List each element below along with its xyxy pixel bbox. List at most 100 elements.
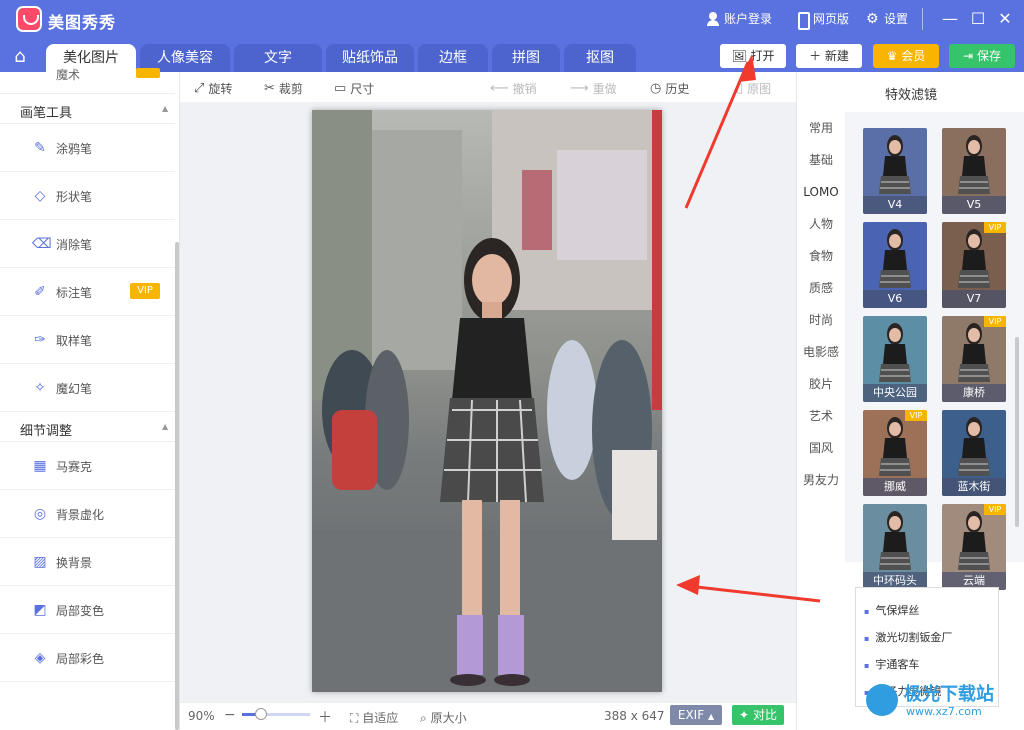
tool-magic-pen[interactable]: ✧ 魔幻笔 [0, 364, 175, 412]
tab-text[interactable]: 文字 [234, 44, 322, 72]
section-brush-tools[interactable]: 画笔工具 ▲ [0, 96, 175, 124]
filter-thumbnail[interactable]: V4 [863, 128, 927, 214]
filter-category[interactable]: 胶片 [797, 368, 845, 400]
tool-change-background[interactable]: ▨ 换背景 [0, 538, 175, 586]
filter-category[interactable]: 艺术 [797, 400, 845, 432]
save-button[interactable]: ⇥ 保存 [949, 44, 1015, 68]
home-icon[interactable]: ⌂ [0, 40, 40, 72]
vip-badge: VIP [984, 504, 1006, 515]
scissors-icon: ✂ [264, 81, 275, 96]
maximize-button[interactable]: ☐ [968, 9, 988, 29]
filter-category[interactable]: 电影感 [797, 336, 845, 368]
filter-category[interactable]: 食物 [797, 240, 845, 272]
redo-label: 重做 [592, 82, 617, 96]
zoom-slider-handle[interactable] [255, 708, 268, 720]
filter-thumbnail[interactable]: 中央公园 [863, 316, 927, 402]
original-button[interactable]: ▯ 原图 [736, 80, 771, 97]
minimize-button[interactable]: — [940, 9, 960, 29]
filter-name: 蓝木街 [942, 478, 1006, 496]
ad-link[interactable]: 激光切割钣金厂 [864, 629, 952, 645]
new-button[interactable]: ＋ 新建 [796, 44, 862, 68]
section-title: 画笔工具 [20, 106, 73, 121]
tool-background-blur[interactable]: ◎ 背景虚化 [0, 490, 175, 538]
ad-link[interactable]: 宇通客车 [864, 656, 919, 672]
filter-scrollbar[interactable] [1015, 337, 1019, 527]
compare-button[interactable]: ✦ 对比 [732, 705, 784, 725]
tool-mosaic[interactable]: ▦ 马赛克 [0, 442, 175, 490]
zoom-slider-track[interactable] [242, 713, 310, 716]
history-button[interactable]: ◷ 历史 [650, 80, 689, 97]
crop-label: 裁剪 [278, 82, 303, 96]
filter-panel-title: 特效滤镜 [884, 88, 937, 103]
vip-label: 会员 [901, 49, 926, 63]
fit-label: 自适应 [362, 711, 399, 725]
filter-category[interactable]: 时尚 [797, 304, 845, 336]
filter-category[interactable]: 质感 [797, 272, 845, 304]
tool-local-recolor[interactable]: ◩ 局部变色 [0, 586, 175, 634]
size-button[interactable]: ▭ 尺寸 [334, 80, 374, 97]
tool-graffiti-pen[interactable]: ✎ 涂鸦笔 [0, 124, 175, 172]
filter-thumbnail[interactable]: 中环码头 [863, 504, 927, 590]
tool-marker-pen[interactable]: ✐ 标注笔 VIP [0, 268, 175, 316]
filter-name: 中央公园 [863, 384, 927, 402]
filter-thumbnail[interactable]: 挪威 VIP [863, 410, 927, 496]
tool-label: 局部变色 [56, 604, 105, 618]
edited-photo[interactable] [312, 110, 662, 692]
login-link[interactable]: 账户登录 [706, 10, 772, 27]
vip-button[interactable]: ♛ 会员 [873, 44, 939, 68]
original-label: 原图 [747, 82, 772, 96]
tool-sample-pen[interactable]: ✑ 取样笔 [0, 316, 175, 364]
clock-icon: ◷ [650, 81, 662, 96]
redo-button[interactable]: ⟶ 重做 [570, 80, 617, 97]
tool-label: 涂鸦笔 [56, 142, 93, 156]
tool-label: 换背景 [56, 556, 93, 570]
tab-collage[interactable]: 拼图 [492, 44, 560, 72]
web-version-link[interactable]: 网页版 [795, 10, 849, 30]
blur-icon: ◎ [33, 506, 47, 522]
tool-label: 马赛克 [56, 460, 93, 474]
tool-local-color[interactable]: ◈ 局部彩色 [0, 634, 175, 682]
collapse-caret-icon: ▲ [162, 104, 169, 113]
exif-button[interactable]: EXIF ▲ [670, 705, 722, 725]
filter-category[interactable]: 人物 [797, 208, 845, 240]
open-button[interactable]: 🖼 打开 [720, 44, 786, 68]
zoom-in-button[interactable]: ＋ [318, 707, 332, 727]
filter-thumbnail[interactable]: V7 VIP [942, 222, 1006, 308]
filter-category[interactable]: 国风 [797, 432, 845, 464]
filter-category[interactable]: 男友力 [797, 464, 845, 496]
close-button[interactable]: ✕ [995, 9, 1015, 29]
left-scrollbar[interactable] [175, 242, 179, 730]
filter-category[interactable]: 常用 [797, 112, 845, 144]
filter-thumbnail[interactable]: 蓝木街 [942, 410, 1006, 496]
brush-icon: ✎ [34, 140, 46, 156]
open-label: 打开 [750, 49, 775, 63]
undo-button[interactable]: ⟵ 撤销 [490, 80, 537, 97]
filter-thumbnail[interactable]: 云端 VIP [942, 504, 1006, 590]
scrolled-tool-item[interactable]: 魔术 [0, 68, 175, 94]
filter-category[interactable]: 基础 [797, 144, 845, 176]
tab-stickers[interactable]: 贴纸饰品 [326, 44, 414, 72]
filter-thumbnail[interactable]: 康桥 VIP [942, 316, 1006, 402]
settings-button[interactable]: ⚙ 设置 [866, 10, 908, 27]
filter-thumbnail[interactable]: V6 [863, 222, 927, 308]
colorize-icon: ◈ [34, 650, 46, 666]
rotate-button[interactable]: ⤢ 旋转 [194, 80, 232, 97]
crop-button[interactable]: ✂ 裁剪 [264, 80, 303, 97]
fit-button[interactable]: ⛶ 自适应 [350, 709, 398, 726]
marker-icon: ✐ [34, 284, 46, 300]
filter-name: V5 [942, 196, 1006, 214]
filter-category[interactable]: LOMO [797, 176, 845, 208]
tool-eraser-pen[interactable]: ⌫ 消除笔 [0, 220, 175, 268]
zoom-out-button[interactable]: − [224, 707, 236, 723]
tab-frames[interactable]: 边框 [418, 44, 488, 72]
section-detail-adjust[interactable]: 细节调整 ▲ [0, 414, 175, 442]
tool-label: 形状笔 [56, 190, 93, 204]
tab-cutout[interactable]: 抠图 [564, 44, 636, 72]
recolor-icon: ◩ [33, 602, 47, 618]
tool-shape-pen[interactable]: ◇ 形状笔 [0, 172, 175, 220]
vip-badge [136, 68, 160, 78]
ad-link[interactable]: 气保焊丝 [864, 602, 919, 618]
filter-thumbnail[interactable]: V5 [942, 128, 1006, 214]
original-size-button[interactable]: ⌕ 原大小 [420, 709, 467, 726]
tool-label: 消除笔 [56, 238, 93, 252]
